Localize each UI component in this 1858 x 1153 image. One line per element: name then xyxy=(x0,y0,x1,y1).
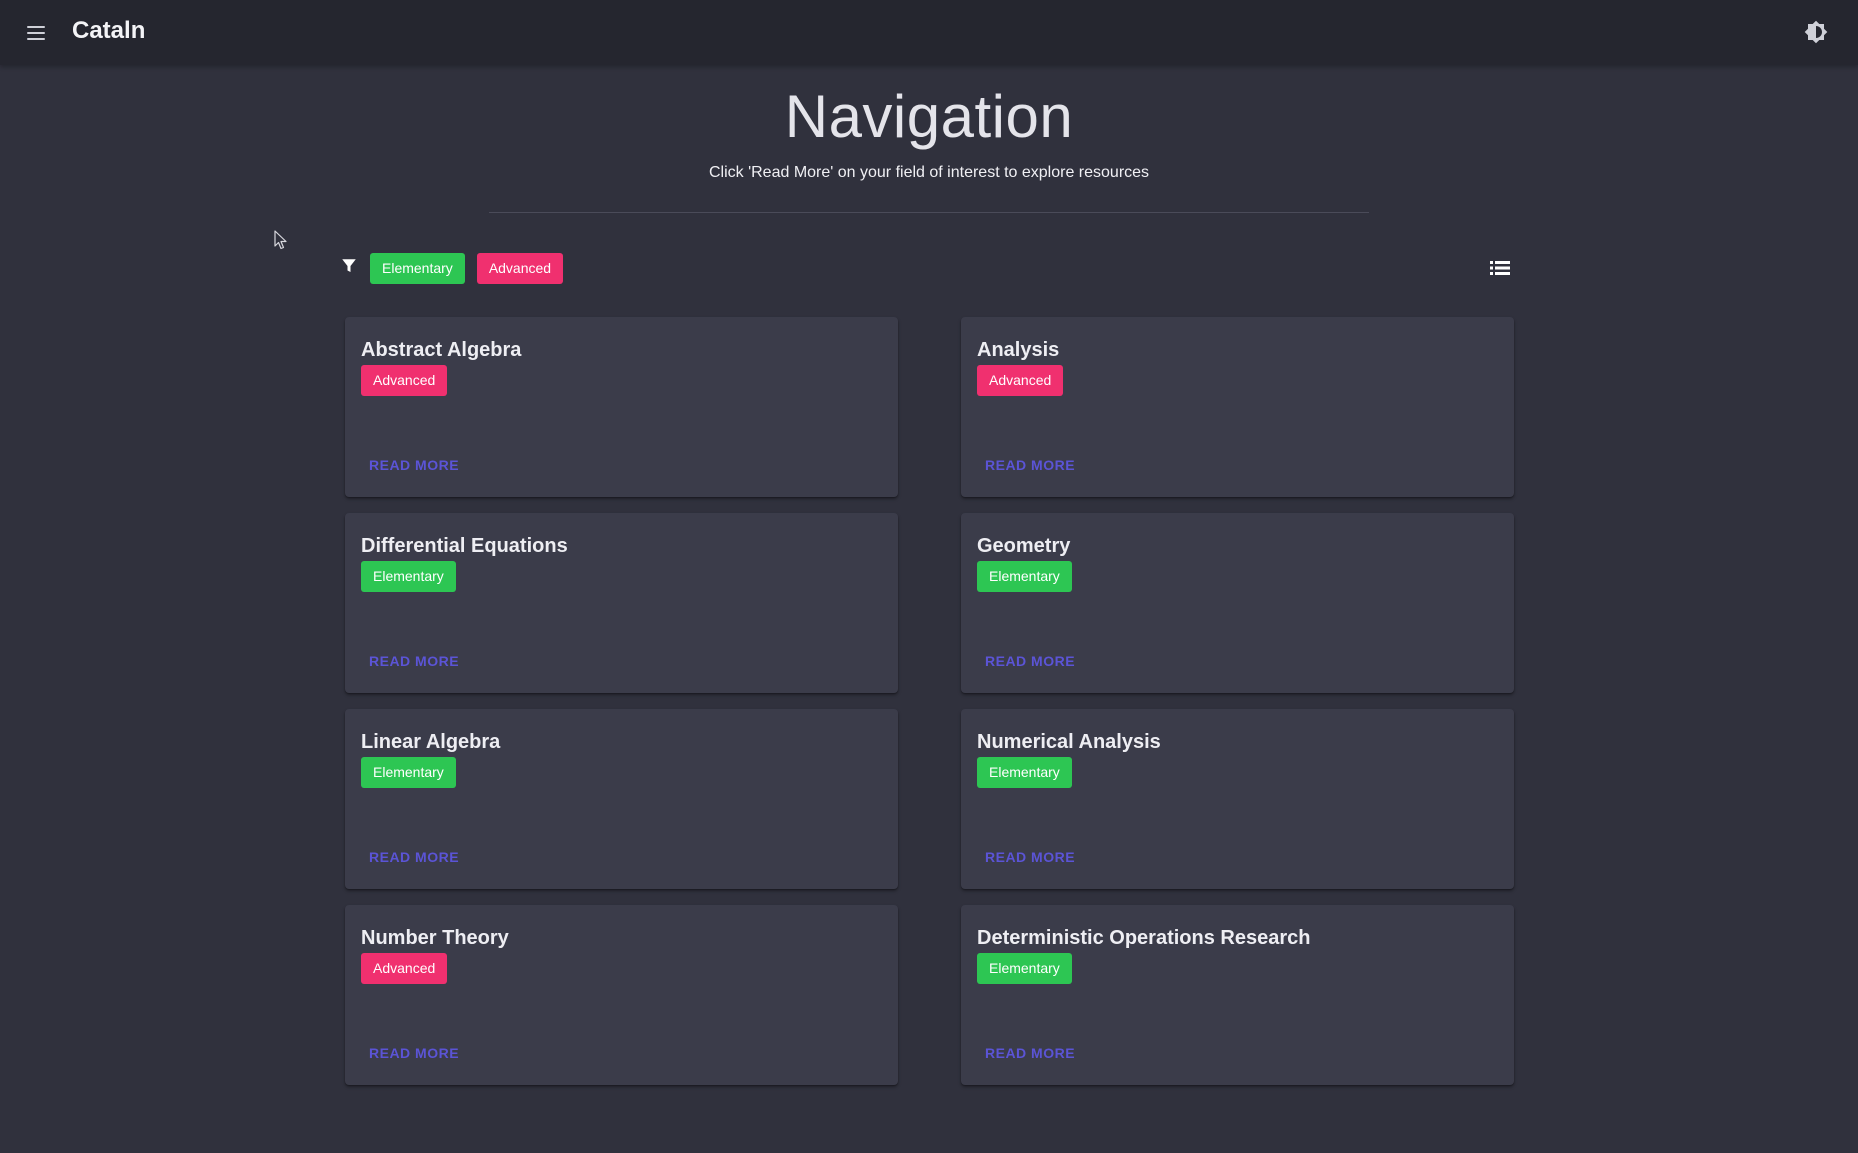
card-title: Geometry xyxy=(977,535,1071,557)
card-linear-algebra: Linear Algebra Elementary READ MORE xyxy=(345,709,898,889)
level-badge: Elementary xyxy=(977,561,1072,592)
level-badge: Elementary xyxy=(977,757,1072,788)
card-abstract-algebra: Abstract Algebra Advanced READ MORE xyxy=(345,317,898,497)
brightness-icon[interactable] xyxy=(1804,20,1828,44)
read-more-button[interactable]: READ MORE xyxy=(977,453,1083,477)
read-more-button[interactable]: READ MORE xyxy=(361,1041,467,1065)
card-number-theory: Number Theory Advanced READ MORE xyxy=(345,905,898,1085)
app-bar: Cataln xyxy=(0,0,1858,65)
level-badge: Elementary xyxy=(361,757,456,788)
card-differential-equations: Differential Equations Elementary READ M… xyxy=(345,513,898,693)
level-badge: Advanced xyxy=(361,365,448,396)
filter-chip-advanced[interactable]: Advanced xyxy=(476,253,564,284)
card-title: Abstract Algebra xyxy=(361,339,522,361)
card-geometry: Geometry Elementary READ MORE xyxy=(961,513,1514,693)
page-subtitle: Click 'Read More' on your field of inter… xyxy=(708,164,1150,181)
card-title: Differential Equations xyxy=(361,535,568,557)
read-more-button[interactable]: READ MORE xyxy=(361,845,467,869)
read-more-button[interactable]: READ MORE xyxy=(361,649,467,673)
level-badge: Elementary xyxy=(977,953,1072,984)
app-title: Cataln xyxy=(72,17,146,44)
card-title: Number Theory xyxy=(361,927,509,949)
read-more-button[interactable]: READ MORE xyxy=(361,453,467,477)
card-title: Deterministic Operations Research xyxy=(977,927,1311,949)
card-numerical-analysis: Numerical Analysis Elementary READ MORE xyxy=(961,709,1514,889)
level-badge: Advanced xyxy=(977,365,1064,396)
filter-icon[interactable] xyxy=(340,257,358,280)
menu-icon[interactable] xyxy=(20,20,52,46)
read-more-button[interactable]: READ MORE xyxy=(977,1041,1083,1065)
read-more-button[interactable]: READ MORE xyxy=(977,649,1083,673)
card-deterministic-operations-research: Deterministic Operations Research Elemen… xyxy=(961,905,1514,1085)
read-more-button[interactable]: READ MORE xyxy=(977,845,1083,869)
card-title: Analysis xyxy=(977,339,1060,361)
divider xyxy=(489,212,1369,213)
filter-bar: Elementary Advanced xyxy=(340,253,564,284)
card-analysis: Analysis Advanced READ MORE xyxy=(961,317,1514,497)
list-view-icon[interactable] xyxy=(1490,260,1510,276)
mouse-cursor-icon xyxy=(274,230,288,250)
card-title: Numerical Analysis xyxy=(977,731,1161,753)
level-badge: Elementary xyxy=(361,561,456,592)
level-badge: Advanced xyxy=(361,953,448,984)
card-title: Linear Algebra xyxy=(361,731,501,753)
filter-chip-elementary[interactable]: Elementary xyxy=(370,253,465,284)
page-title: Navigation xyxy=(784,83,1074,150)
